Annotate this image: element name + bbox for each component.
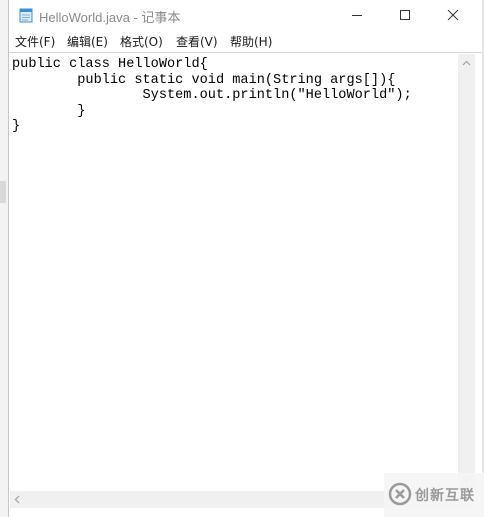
maximize-icon bbox=[400, 10, 410, 20]
maximize-button[interactable] bbox=[382, 0, 428, 30]
background-window-mark bbox=[0, 181, 6, 203]
notepad-window: HelloWorld.java - 记事本 文件(F) 编辑(E) 格式(O) … bbox=[8, 0, 482, 517]
editor-frame: public class HelloWorld{ public static v… bbox=[9, 52, 482, 510]
watermark: 创新互联 bbox=[384, 473, 484, 517]
window-title: HelloWorld.java - 记事本 bbox=[39, 10, 181, 25]
text-editor[interactable]: public class HelloWorld{ public static v… bbox=[10, 54, 457, 491]
menu-format[interactable]: 格式(O) bbox=[120, 33, 163, 50]
watermark-text: 创新互联 bbox=[415, 488, 475, 504]
scroll-left-arrow-icon[interactable] bbox=[14, 495, 20, 504]
menu-edit[interactable]: 编辑(E) bbox=[67, 33, 108, 50]
background-window-edge bbox=[0, 0, 8, 517]
scroll-up-arrow-icon[interactable] bbox=[462, 60, 471, 66]
close-icon bbox=[447, 9, 459, 21]
notepad-icon bbox=[19, 8, 33, 23]
close-button[interactable] bbox=[430, 0, 476, 30]
menu-file[interactable]: 文件(F) bbox=[15, 33, 55, 50]
brand-logo-icon bbox=[388, 482, 412, 506]
minimize-icon bbox=[352, 15, 362, 16]
minimize-button[interactable] bbox=[334, 0, 380, 30]
menu-view[interactable]: 查看(V) bbox=[176, 33, 218, 50]
editor-content[interactable]: public class HelloWorld{ public static v… bbox=[12, 57, 412, 135]
title-bar[interactable]: HelloWorld.java - 记事本 bbox=[9, 0, 482, 30]
menu-help[interactable]: 帮助(H) bbox=[230, 33, 272, 50]
vertical-scrollbar[interactable] bbox=[458, 54, 475, 490]
menu-bar: 文件(F) 编辑(E) 格式(O) 查看(V) 帮助(H) bbox=[9, 31, 482, 51]
